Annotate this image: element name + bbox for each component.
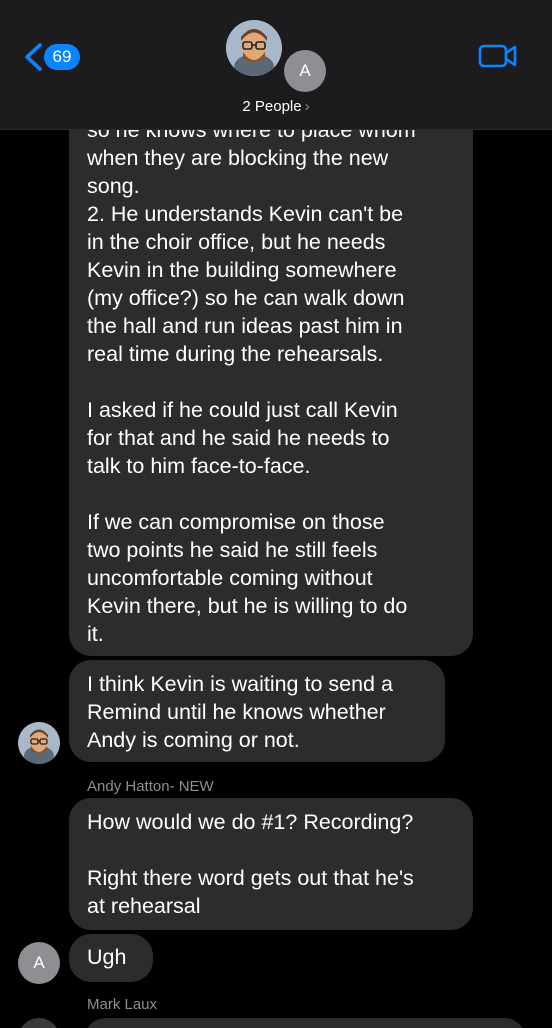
group-avatar-secondary[interactable]: A [284, 50, 326, 92]
message-thread[interactable]: so he knows where to place whom when the… [0, 0, 552, 1028]
conversation-header: 69 A 2 People › [0, 0, 552, 130]
message-bubble[interactable]: How would we do #1? Recording? Right the… [69, 798, 473, 930]
chevron-left-icon[interactable] [22, 42, 44, 72]
message-bubble[interactable]: so he knows where to place whom when the… [69, 60, 473, 656]
sender-name: Andy Hatton- NEW [87, 778, 214, 795]
unread-count-badge[interactable]: 69 [44, 44, 80, 70]
message-bubble[interactable] [84, 1018, 526, 1028]
message-bubble[interactable]: Ugh [69, 934, 153, 982]
sender-avatar[interactable]: A [18, 942, 60, 984]
sender-name: Mark Laux [87, 996, 158, 1013]
group-avatar[interactable] [226, 20, 282, 76]
memoji-avatar-icon [18, 722, 60, 764]
memoji-avatar-icon [226, 20, 282, 76]
message-bubble[interactable]: I think Kevin is waiting to send a Remin… [69, 660, 445, 762]
sender-avatar[interactable] [18, 722, 60, 764]
participants-count[interactable]: 2 People [242, 98, 301, 115]
participants-label[interactable]: 2 People › [0, 98, 552, 115]
sender-avatar[interactable] [18, 1018, 60, 1028]
video-camera-icon[interactable] [478, 42, 518, 70]
chevron-right-icon: › [304, 98, 310, 115]
